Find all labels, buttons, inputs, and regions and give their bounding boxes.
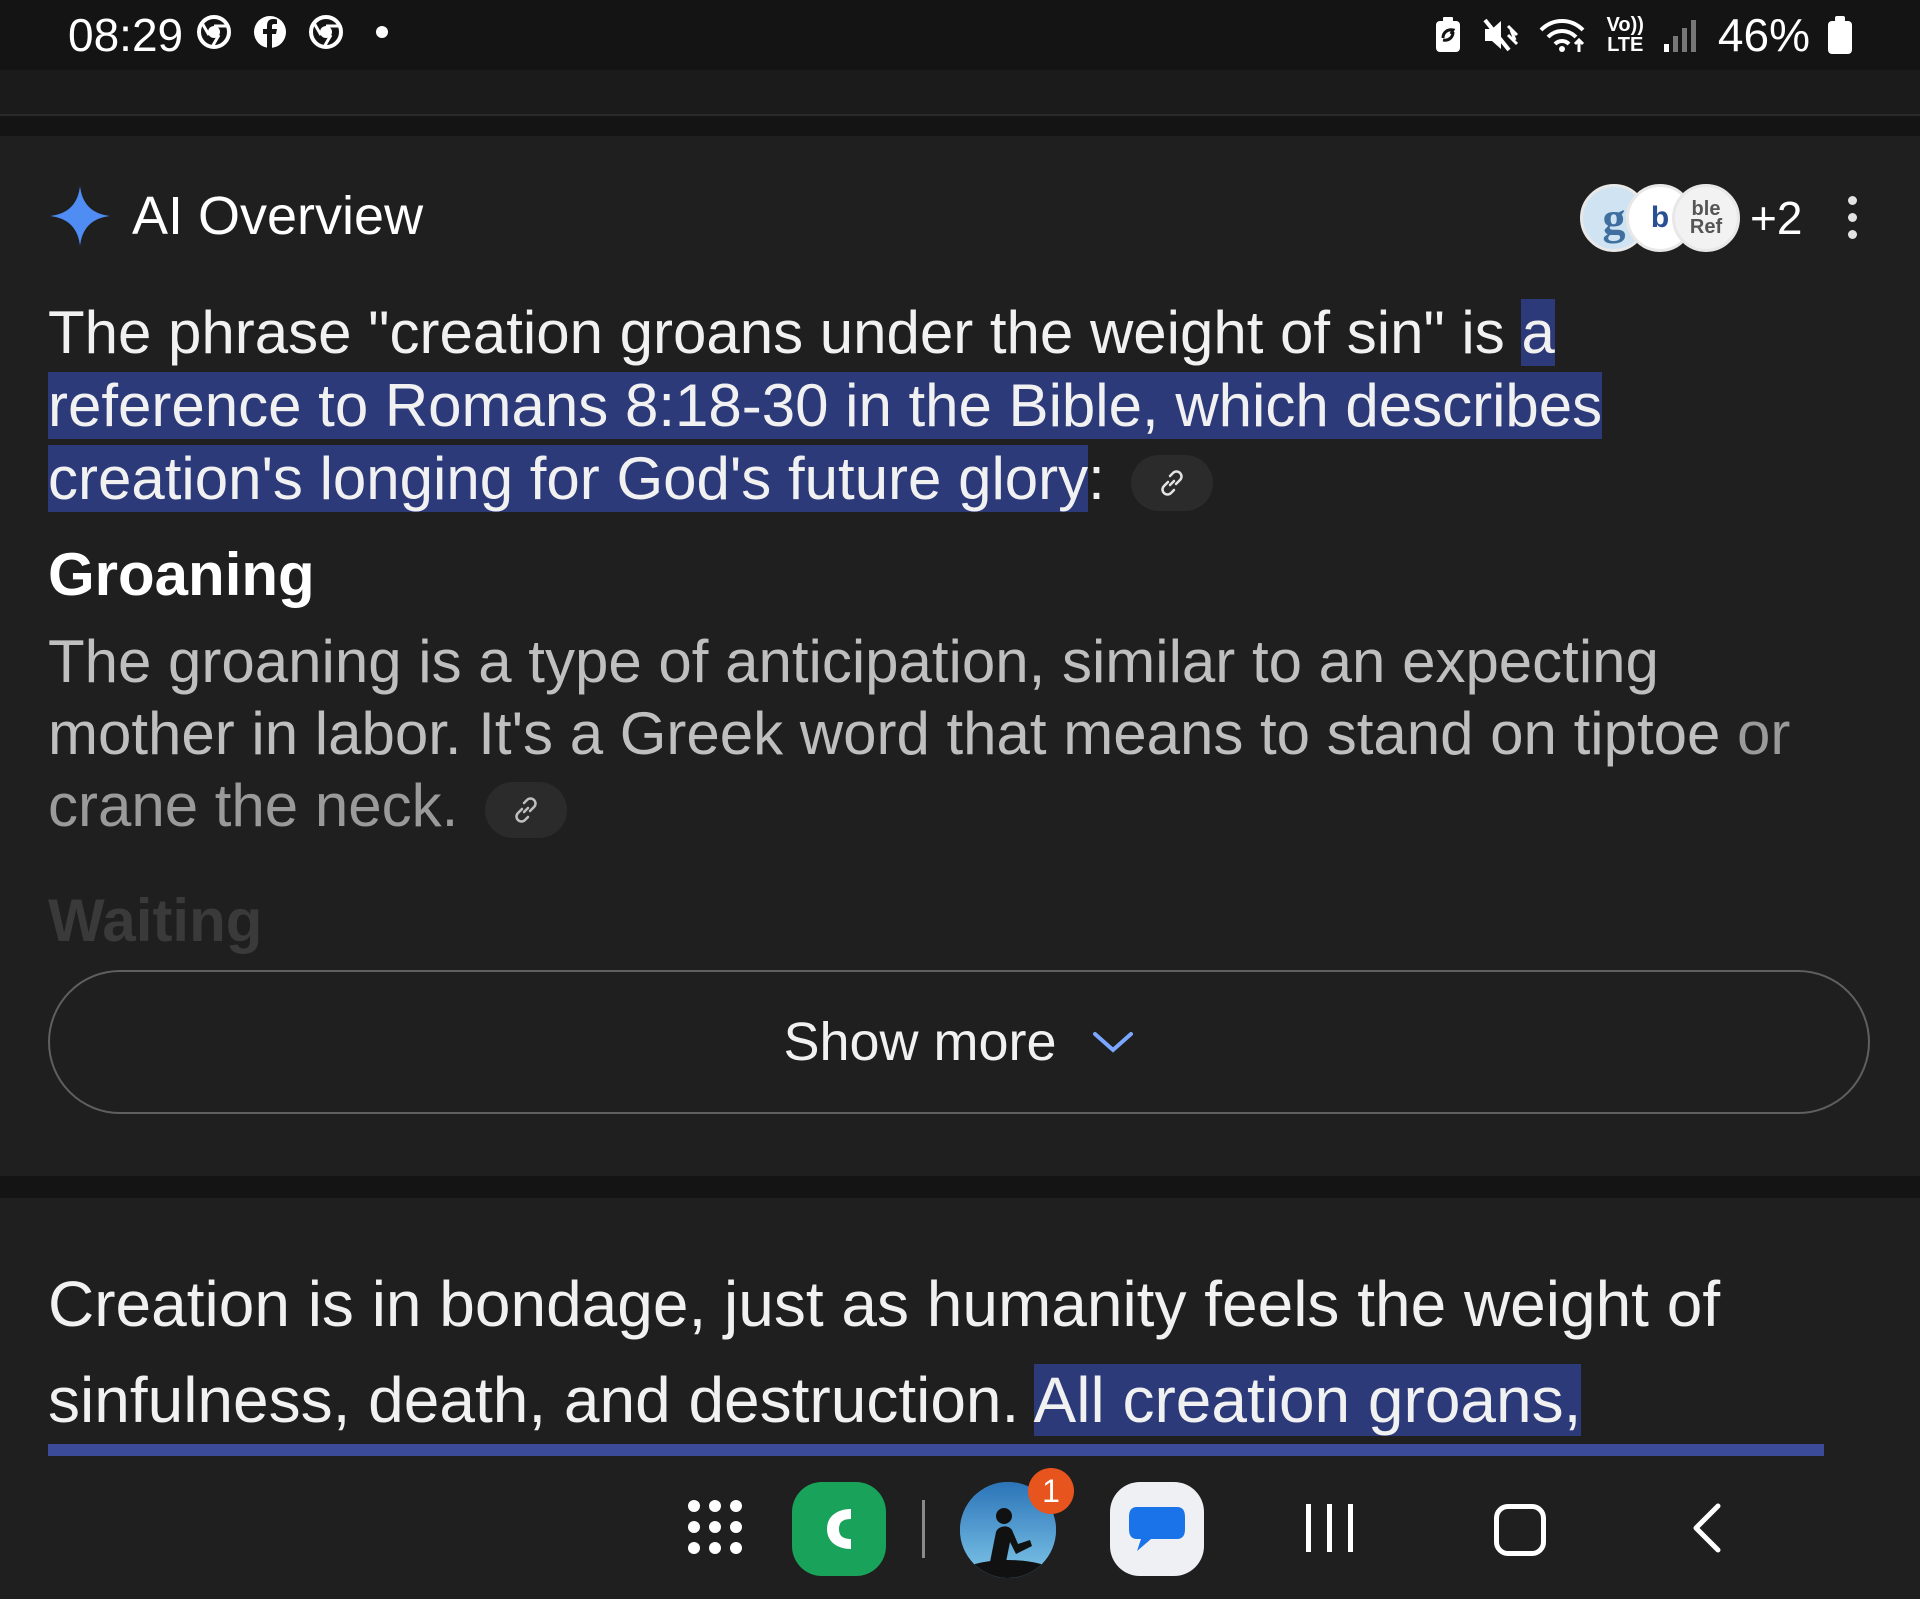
more-options-icon[interactable] bbox=[1848, 196, 1858, 239]
ai-overview-header: AI Overview bbox=[48, 184, 423, 248]
link-icon bbox=[1161, 470, 1184, 496]
battery-percent: 46% bbox=[1717, 9, 1810, 61]
section-heading-groaning: Groaning bbox=[48, 541, 315, 608]
status-bar: 08:29 Vo)) LTE 46% bbox=[0, 0, 1920, 70]
citation-link-button[interactable] bbox=[1131, 455, 1214, 512]
ai-overview-card: AI Overview g b ble Ref +2 The phrase "c… bbox=[0, 136, 1920, 1176]
notification-dot bbox=[376, 26, 388, 38]
chrome-icon bbox=[197, 15, 231, 49]
sources-more-count[interactable]: +2 bbox=[1750, 191, 1802, 245]
phone-app-icon[interactable] bbox=[792, 1482, 886, 1576]
battery-icon bbox=[1828, 16, 1852, 54]
chevron-down-icon bbox=[1092, 1032, 1133, 1053]
groaning-paragraph: The groaning is a type of anticipation, … bbox=[48, 626, 1848, 842]
signal-icon bbox=[1663, 20, 1696, 52]
facebook-icon bbox=[254, 16, 286, 48]
battery-saver-icon bbox=[1435, 17, 1460, 52]
result-text-highlight: All creation groans, bbox=[1033, 1364, 1582, 1436]
wifi-icon bbox=[1539, 19, 1584, 52]
dock-separator bbox=[922, 1500, 925, 1558]
volte-label: Vo)) bbox=[1606, 14, 1644, 36]
recent-apps-button[interactable] bbox=[1306, 1504, 1353, 1552]
top-band bbox=[0, 70, 1920, 116]
show-more-button[interactable]: Show more bbox=[48, 970, 1870, 1114]
result-text: Creation is in bondage, just as humanity… bbox=[48, 1256, 1888, 1448]
phone-handset-icon bbox=[827, 1509, 851, 1549]
summary-text: The phrase "creation groans under the we… bbox=[48, 299, 1522, 366]
lte-label: LTE bbox=[1607, 34, 1644, 56]
ai-overview-title: AI Overview bbox=[132, 186, 424, 246]
status-time: 08:29 bbox=[68, 9, 184, 61]
gemini-spark-icon bbox=[50, 186, 110, 246]
citation-link-button[interactable] bbox=[484, 782, 567, 839]
link-icon bbox=[515, 797, 537, 823]
chrome-icon bbox=[309, 15, 343, 49]
back-button[interactable] bbox=[1690, 1502, 1724, 1554]
volte-lte-icon: Vo)) LTE bbox=[1607, 15, 1644, 55]
section-divider bbox=[0, 116, 1920, 136]
status-right-icons: Vo)) LTE 46% bbox=[1433, 8, 1852, 62]
show-more-label: Show more bbox=[783, 1012, 1057, 1072]
search-result-snippet: Creation is in bondage, just as humanity… bbox=[0, 1198, 1920, 1458]
messages-app-icon[interactable] bbox=[1110, 1482, 1204, 1576]
navigation-bar: 1 bbox=[0, 1456, 1920, 1599]
home-button[interactable] bbox=[1494, 1504, 1546, 1556]
mute-icon bbox=[1482, 18, 1518, 52]
highlight-bar bbox=[48, 1444, 1824, 1456]
groaning-text: The groaning is a type of anticipation, … bbox=[48, 628, 1738, 767]
ai-overview-summary: The phrase "creation groans under the we… bbox=[48, 296, 1808, 515]
summary-colon: : bbox=[1088, 445, 1105, 512]
section-divider bbox=[0, 1176, 1920, 1198]
apps-grid-icon[interactable] bbox=[688, 1500, 742, 1554]
section-heading-waiting: Waiting bbox=[48, 887, 263, 954]
notification-badge: 1 bbox=[1028, 1468, 1074, 1514]
source-avatar-bible-ref[interactable]: ble Ref bbox=[1672, 184, 1740, 252]
source-avatars[interactable]: g b ble Ref +2 bbox=[1580, 184, 1802, 252]
status-left-icons bbox=[196, 14, 388, 50]
message-bubble-icon bbox=[1129, 1507, 1185, 1551]
